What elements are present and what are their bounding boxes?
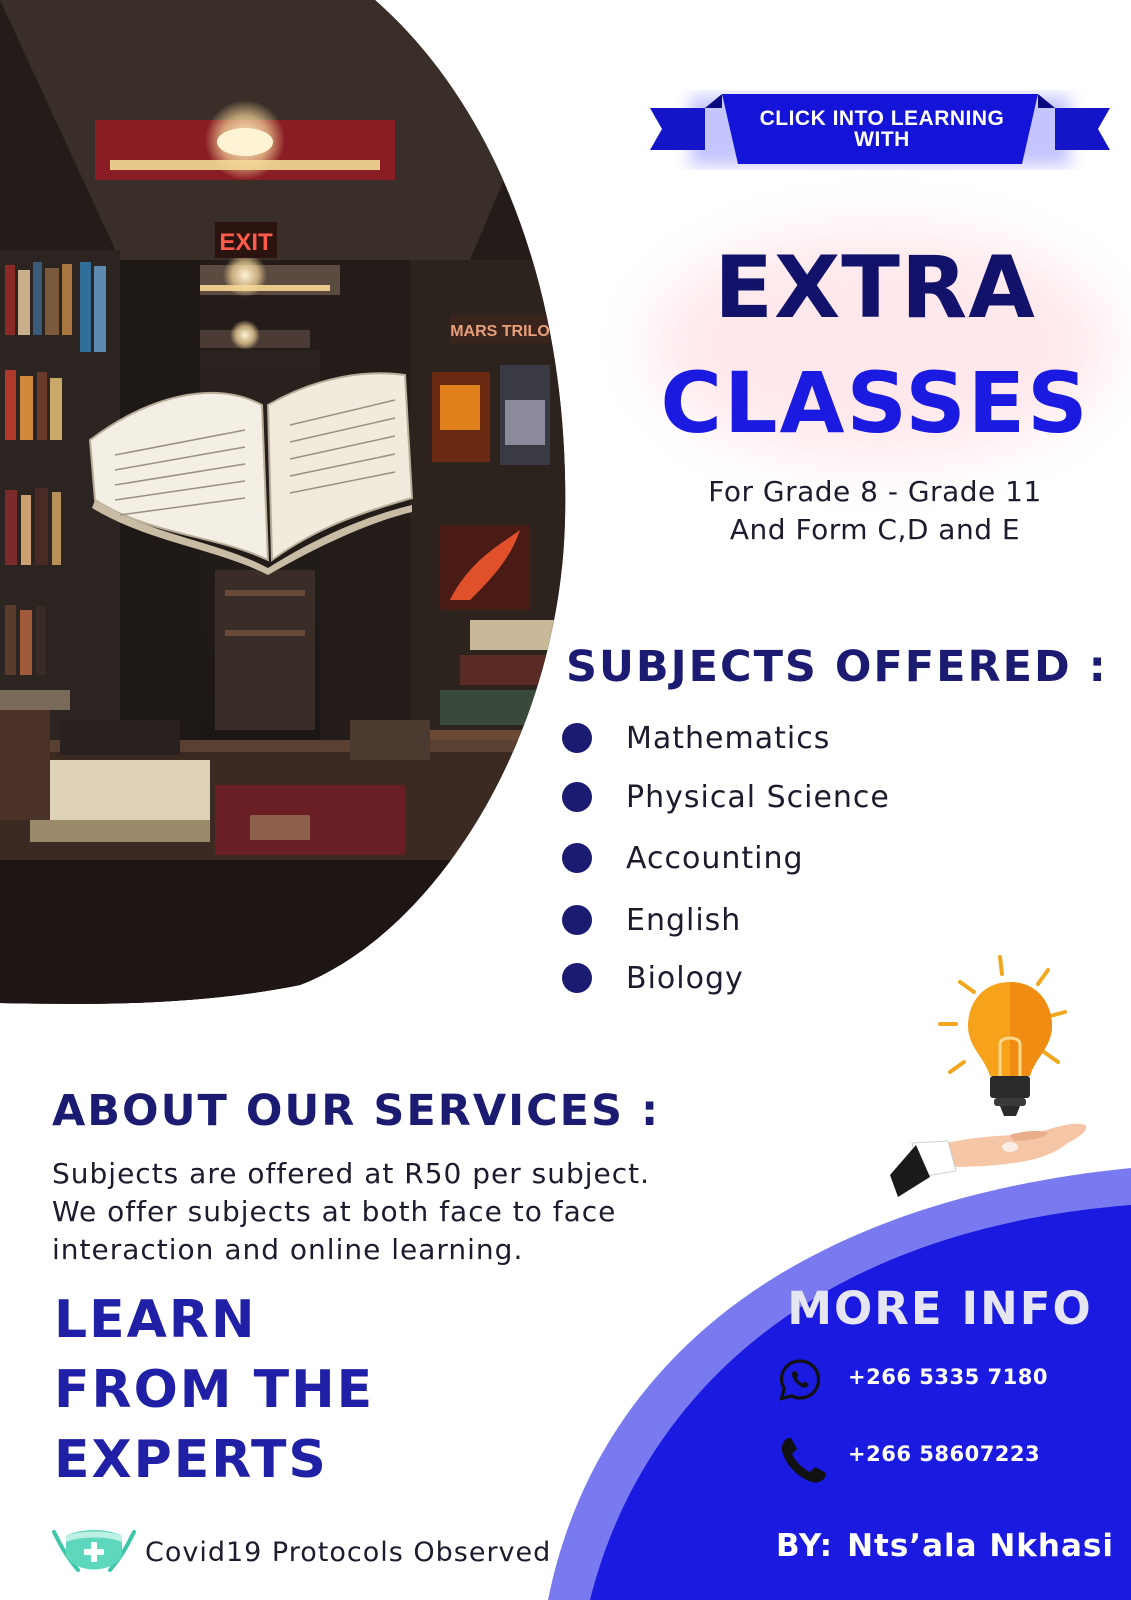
author-byline: BY: Nts’ala Nkhasi	[776, 1526, 1113, 1566]
whatsapp-icon	[779, 1359, 821, 1401]
about-heading: ABOUT OUR SERVICES :	[52, 1086, 661, 1136]
by-label: BY:	[776, 1528, 834, 1564]
author-name: Nts’ala Nkhasi	[847, 1528, 1114, 1564]
face-mask-icon	[52, 1530, 136, 1572]
whatsapp-number[interactable]: +266 5335 7180	[848, 1362, 1048, 1392]
about-text-line: interaction and online learning.	[52, 1233, 524, 1266]
flyer-page: EXIT MARS TRILO CLICK INTO LEARNING WITH…	[0, 0, 1131, 1600]
slogan-line: EXPERTS	[54, 1430, 328, 1490]
phone-number[interactable]: +266 58607223	[848, 1439, 1040, 1469]
phone-icon	[781, 1438, 826, 1483]
slogan-line: LEARN	[54, 1290, 257, 1350]
about-text-line: Subjects are offered at R50 per subject.	[52, 1157, 651, 1190]
more-info-heading: MORE INFO	[787, 1282, 1093, 1335]
slogan-line: FROM THE	[54, 1360, 375, 1420]
covid-protocols-text: Covid19 Protocols Observed	[145, 1537, 552, 1568]
about-text-line: We offer subjects at both face to face	[52, 1195, 617, 1228]
